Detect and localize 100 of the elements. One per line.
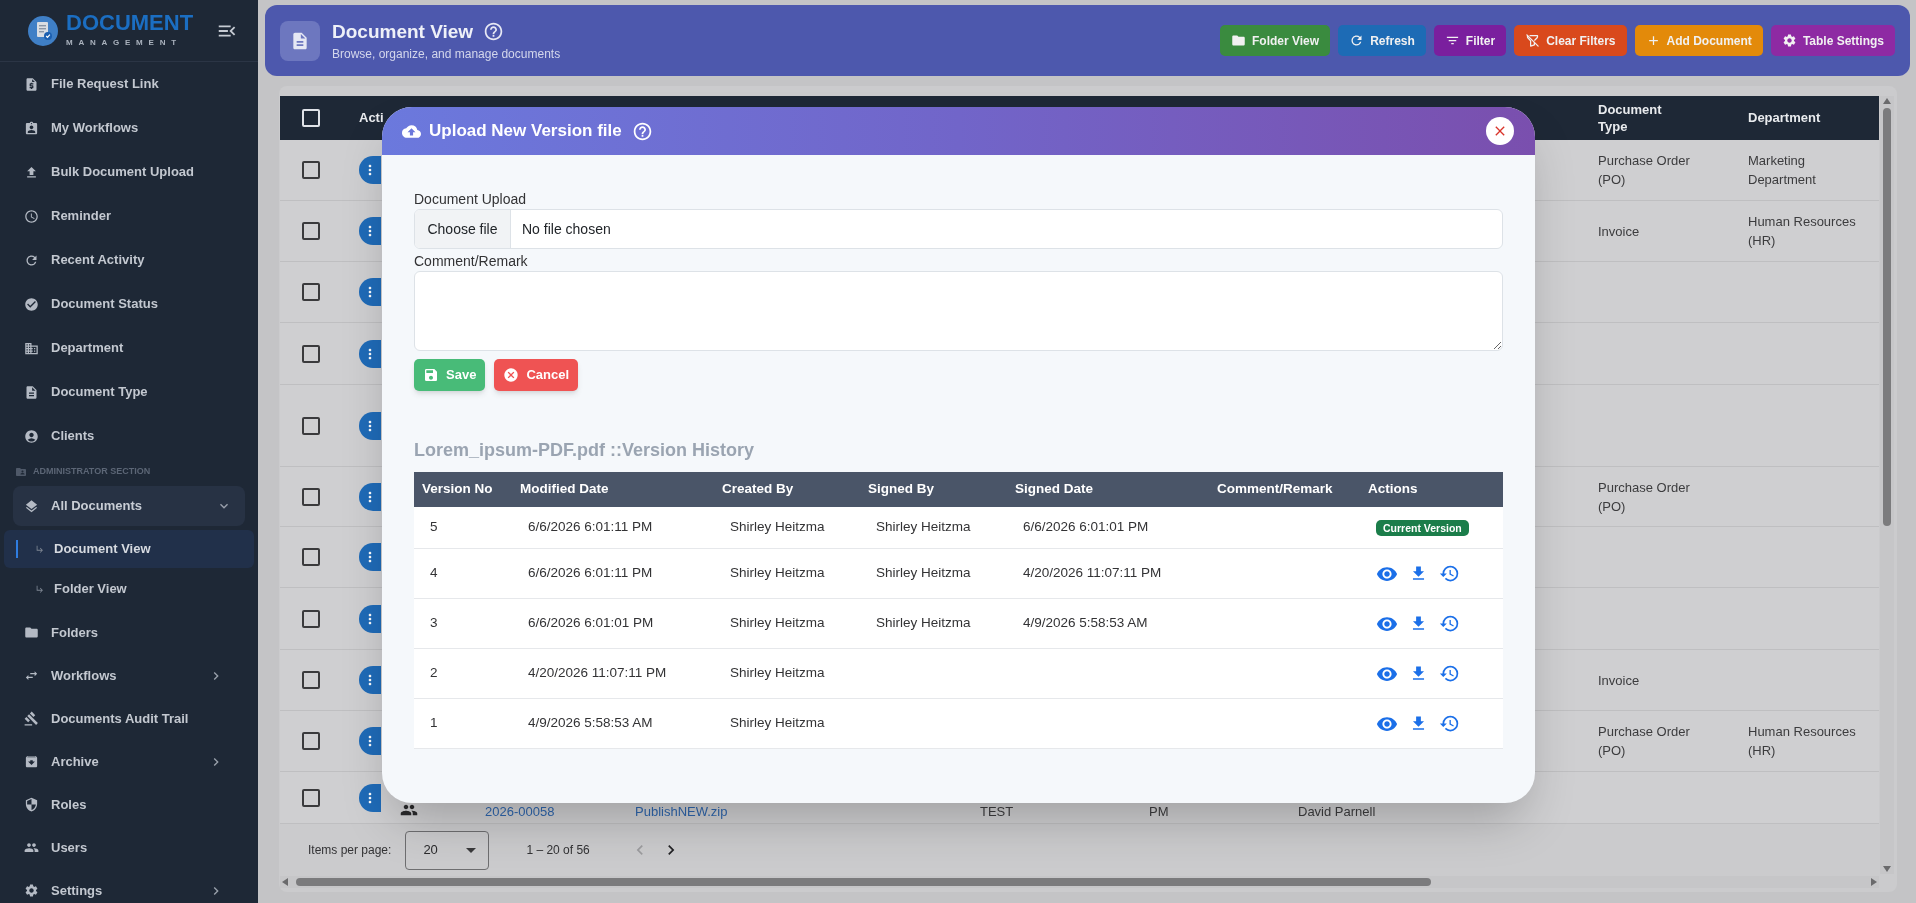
row-menu-button[interactable] [359, 278, 381, 306]
toolbar-button[interactable]: Clear Filters [1514, 25, 1627, 56]
sidebar-item[interactable]: Clients [0, 414, 258, 458]
users-icon [24, 840, 39, 855]
vertical-scrollbar[interactable] [1880, 96, 1894, 874]
table-cell: 6/6/2026 6:01:11 PM [528, 565, 653, 581]
sidebar-item[interactable]: Settings [0, 869, 258, 903]
document-type-cell-text: Invoice [1598, 222, 1641, 241]
archive-icon [24, 754, 39, 769]
row-menu-button[interactable] [359, 604, 381, 633]
sidebar-item[interactable]: Roles [0, 783, 258, 826]
sidebar-item[interactable]: Reminder [0, 194, 258, 238]
row-menu-button[interactable] [359, 543, 381, 571]
sidebar-item[interactable]: Workflows [0, 654, 258, 697]
table-cell: 5 [430, 519, 438, 535]
column-header: Comment/Remark [1216, 480, 1334, 499]
row-checkbox[interactable] [302, 548, 320, 566]
sidebar-item[interactable]: Folders [0, 611, 258, 654]
table-cell: TEST [980, 804, 1014, 820]
row-menu-button[interactable] [359, 156, 381, 184]
column-header: Modified Date [519, 480, 610, 499]
table-cell: 4/20/2026 11:07:11 PM [528, 665, 667, 681]
scrollbar-thumb[interactable] [1883, 108, 1891, 526]
toolbar-button[interactable]: Table Settings [1770, 25, 1895, 56]
table-cell: PM [1149, 804, 1169, 820]
sidebar-item[interactable]: Documents Audit Trail [0, 697, 258, 740]
row-menu-button[interactable] [359, 783, 381, 812]
sidebar-group[interactable]: All Documents [13, 486, 245, 526]
help-icon[interactable] [483, 21, 505, 42]
page-size-select[interactable]: 20 [405, 830, 490, 870]
sidebar-item[interactable]: Bulk Document Upload [0, 150, 258, 194]
row-checkbox[interactable] [302, 416, 320, 435]
sidebar-item[interactable]: My Workflows [0, 106, 258, 150]
row-checkbox[interactable] [302, 161, 320, 179]
table-cell: Shirley Heitzma [730, 519, 825, 535]
select-all-checkbox[interactable] [302, 109, 320, 127]
sub-arrow-icon [35, 584, 45, 594]
table-cell: Shirley Heitzma [730, 715, 825, 731]
active-indicator-icon [16, 540, 18, 558]
sidebar-item[interactable]: Users [0, 826, 258, 869]
scroll-up-icon[interactable] [1883, 98, 1891, 104]
toolbar-button[interactable]: Folder View [1220, 25, 1331, 56]
close-button[interactable] [1486, 117, 1514, 145]
document-type-cell-text: Invoice [1598, 671, 1641, 690]
clock-icon [24, 208, 39, 224]
sidebar-item[interactable]: File Request Link [0, 62, 258, 106]
history-icon[interactable] [1439, 663, 1460, 684]
table-cell: Shirley Heitzma [876, 519, 971, 535]
horizontal-scrollbar[interactable] [280, 876, 1879, 888]
sidebar-subitem[interactable]: Document View [4, 530, 254, 568]
scrollbar-thumb[interactable] [296, 878, 1431, 886]
table-cell: Shirley Heitzma [730, 615, 825, 631]
row-menu-button[interactable] [359, 727, 381, 755]
sidebar-item[interactable]: Document Status [0, 282, 258, 326]
document-link[interactable]: 2026-00058 [485, 804, 555, 820]
row-menu-button[interactable] [359, 411, 381, 440]
clipboard-user-icon [24, 120, 39, 136]
toolbar-button[interactable]: Refresh [1338, 25, 1426, 56]
row-menu-button[interactable] [359, 666, 381, 694]
sub-arrow-icon [35, 544, 45, 554]
scroll-right-icon[interactable] [1871, 878, 1877, 886]
column-header[interactable]: Department [1748, 110, 1821, 126]
sidebar-item[interactable]: Document Type [0, 370, 258, 414]
history-icon[interactable] [1439, 613, 1460, 634]
logo-title: DOCUMENT [66, 14, 194, 32]
building-icon [24, 340, 39, 356]
folder-user-icon [15, 466, 27, 478]
sidebar-item[interactable]: Recent Activity [0, 238, 258, 282]
row-checkbox[interactable] [302, 788, 320, 807]
scroll-down-icon[interactable] [1883, 866, 1891, 872]
help-icon[interactable] [631, 120, 653, 142]
sidebar-item[interactable]: Department [0, 326, 258, 370]
history-icon[interactable] [1439, 563, 1460, 584]
row-menu-button[interactable] [359, 217, 381, 245]
history-icon[interactable] [1439, 713, 1460, 734]
row-checkbox[interactable] [302, 283, 320, 301]
toolbar-button[interactable]: Filter [1433, 25, 1507, 56]
choose-file-button[interactable]: Choose file [415, 210, 511, 248]
row-checkbox[interactable] [302, 487, 320, 506]
row-checkbox[interactable] [302, 732, 320, 750]
page-title: Document View [332, 19, 474, 44]
document-type-cell-text: Purchase Order (PO) [1598, 152, 1691, 189]
column-header: Actions [1367, 480, 1419, 499]
scroll-left-icon[interactable] [282, 878, 288, 886]
row-checkbox[interactable] [302, 609, 320, 628]
sidebar-subitem[interactable]: Folder View [4, 570, 254, 608]
filter-off-icon [1525, 33, 1541, 48]
row-menu-button[interactable] [359, 339, 381, 368]
file-status-text: No file chosen [522, 219, 611, 239]
column-header[interactable]: Acti [359, 110, 384, 126]
sidebar-item[interactable]: Archive [0, 740, 258, 783]
row-checkbox[interactable] [302, 222, 320, 240]
row-menu-button[interactable] [359, 482, 381, 511]
column-header[interactable]: Document Type [1598, 101, 1688, 135]
table-cell: Shirley Heitzma [876, 565, 971, 581]
items-per-page-label: Items per page: [308, 842, 392, 859]
row-checkbox[interactable] [302, 671, 320, 689]
row-checkbox[interactable] [302, 344, 320, 363]
settings-icon [24, 883, 39, 898]
column-header: Signed By [867, 480, 935, 499]
